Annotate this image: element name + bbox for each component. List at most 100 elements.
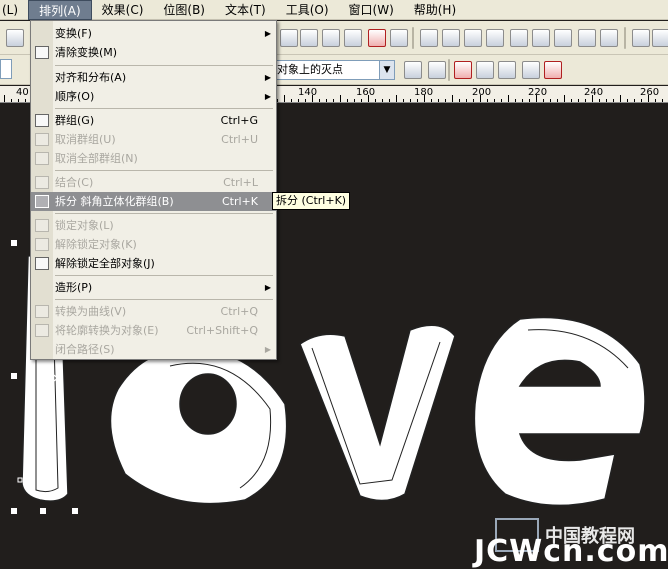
ruler-tick <box>375 99 376 102</box>
menu-item-unlock-all[interactable]: 解除锁定全部对象(J) <box>31 254 276 273</box>
chevron-down-icon[interactable]: ▼ <box>379 61 394 79</box>
menu-item-label: 取消群组(U) <box>55 133 116 146</box>
ruler-tick <box>319 99 320 102</box>
view-icon[interactable] <box>600 29 618 47</box>
menu-item-order[interactable]: 顺序(O) ▶ <box>31 87 276 106</box>
menu-separator <box>55 213 273 214</box>
menu-item-label: 顺序(O) <box>55 90 95 103</box>
menu-item-label: 解除锁定全部对象(J) <box>55 257 155 270</box>
convert-curves-icon <box>35 305 49 318</box>
ruler-tick <box>557 99 558 102</box>
menu-item-outline-to-object[interactable]: 将轮廓转换为对象(E) Ctrl+Shift+Q <box>31 321 276 340</box>
submenu-arrow-icon: ▶ <box>264 345 271 354</box>
text-icon[interactable] <box>390 29 408 47</box>
menu-bar: (L) 排列(A) 效果(C) 位图(B) 文本(T) 工具(O) 窗口(W) … <box>0 0 668 20</box>
ruler-tick <box>571 99 572 102</box>
ruler-tick <box>389 99 390 102</box>
vanishing-point-combo[interactable]: 对象上的灭点 ▼ <box>273 60 395 80</box>
menu-window[interactable]: 窗口(W) <box>339 0 404 20</box>
menu-text[interactable]: 文本(T) <box>215 0 276 20</box>
lighting-icon[interactable] <box>498 61 516 79</box>
submenu-arrow-icon: ▶ <box>264 73 271 82</box>
lock-icon <box>35 219 49 232</box>
menu-tools[interactable]: 工具(O) <box>276 0 339 20</box>
zoom-icon[interactable] <box>652 29 668 47</box>
menu-item-group[interactable]: 群组(G) Ctrl+G <box>31 111 276 130</box>
delete-icon[interactable] <box>368 29 386 47</box>
ruler-tick <box>382 99 383 102</box>
copy-extrude-icon[interactable] <box>428 61 446 79</box>
ruler-tick <box>298 99 299 102</box>
menu-item-shaping[interactable]: 造形(P) ▶ <box>31 278 276 297</box>
ruler-tick <box>410 99 411 102</box>
distribute-icon[interactable] <box>442 29 460 47</box>
ruler-tick <box>25 99 26 102</box>
wave-icon[interactable] <box>578 29 596 47</box>
menu-item-label: 将轮廓转换为对象(E) <box>55 324 159 337</box>
menu-item-combine[interactable]: 结合(C) Ctrl+L <box>31 173 276 192</box>
ungroup-icon <box>35 133 49 146</box>
link-icon[interactable] <box>510 29 528 47</box>
menu-effects[interactable]: 效果(C) <box>92 0 154 20</box>
position-field[interactable] <box>0 59 12 79</box>
ruler-tick <box>417 99 418 102</box>
ruler-label: 160 <box>356 87 376 98</box>
extrude-color-icon[interactable] <box>454 61 472 79</box>
menu-item-align-distribute[interactable]: 对齐和分布(A) ▶ <box>31 68 276 87</box>
break-apart-icon <box>35 195 49 208</box>
group-icon[interactable] <box>464 29 482 47</box>
submenu-arrow-icon: ▶ <box>264 29 271 38</box>
ruler-label: 40 <box>16 87 29 98</box>
check-icon[interactable] <box>532 29 550 47</box>
ruler-tick <box>501 99 502 102</box>
bevel-icon[interactable] <box>476 61 494 79</box>
toolbar-separator <box>412 27 414 49</box>
clear-extrude-icon[interactable] <box>544 61 562 79</box>
ruler-tick <box>606 99 607 102</box>
toolbar-separator <box>448 59 450 81</box>
refresh-icon[interactable] <box>554 29 572 47</box>
ruler-tick <box>564 95 565 102</box>
ruler-tick <box>445 99 446 102</box>
page-icon[interactable] <box>300 29 318 47</box>
copy-properties-icon[interactable] <box>522 61 540 79</box>
ruler-tick <box>515 99 516 102</box>
ruler-tick <box>648 95 649 102</box>
menu-item-close-path[interactable]: 闭合路径(S) ▶ <box>31 340 276 359</box>
menu-item-shortcut: Ctrl+L <box>223 176 258 189</box>
ruler-tick <box>326 99 327 102</box>
ruler-tick <box>585 99 586 102</box>
ruler-tick <box>487 99 488 102</box>
import-icon[interactable] <box>6 29 24 47</box>
align-icon[interactable] <box>420 29 438 47</box>
menu-item-label: 结合(C) <box>55 176 94 189</box>
vanishing-point-icon[interactable] <box>404 61 422 79</box>
menu-item-shortcut: Ctrl+G <box>220 114 258 127</box>
vanishing-point-value: 对象上的灭点 <box>277 63 343 76</box>
menu-layout[interactable]: (L) <box>0 0 28 20</box>
menu-help[interactable]: 帮助(H) <box>404 0 466 20</box>
menu-separator <box>55 299 273 300</box>
watermark-en: JCWcn.com <box>474 534 668 569</box>
ruler-tick <box>473 99 474 102</box>
menu-item-ungroup[interactable]: 取消群组(U) Ctrl+U <box>31 130 276 149</box>
menu-item-ungroup-all[interactable]: 取消全部群组(N) <box>31 149 276 168</box>
menu-item-convert-to-curves[interactable]: 转换为曲线(V) Ctrl+Q <box>31 302 276 321</box>
menu-item-shortcut: Ctrl+Shift+Q <box>186 324 258 337</box>
menu-item-transform[interactable]: 变换(F) ▶ <box>31 24 276 43</box>
options-icon[interactable] <box>632 29 650 47</box>
menu-item-label: 对齐和分布(A) <box>55 71 127 84</box>
grid-icon[interactable] <box>344 29 362 47</box>
menu-arrange[interactable]: 排列(A) <box>28 0 92 20</box>
ruler-tick <box>662 99 663 102</box>
menu-item-break-apart[interactable]: 拆分 斜角立体化群组(B) Ctrl+K <box>31 192 276 211</box>
menu-item-unlock[interactable]: 解除锁定对象(K) <box>31 235 276 254</box>
ruler-tick <box>347 99 348 102</box>
menu-bitmaps[interactable]: 位图(B) <box>153 0 215 20</box>
menu-item-clear-transform[interactable]: 清除变换(M) <box>31 43 276 62</box>
menu-item-lock[interactable]: 锁定对象(L) <box>31 216 276 235</box>
menu-item-label: 闭合路径(S) <box>55 343 115 356</box>
copy-properties-icon[interactable] <box>280 29 298 47</box>
tools-icon[interactable] <box>486 29 504 47</box>
pages-icon[interactable] <box>322 29 340 47</box>
